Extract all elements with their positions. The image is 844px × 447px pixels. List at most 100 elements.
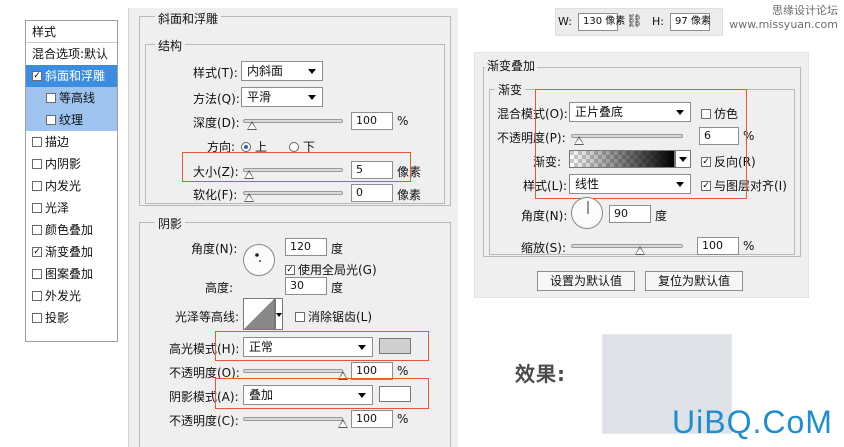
depth-slider-thumb[interactable] [247,121,257,130]
highlight-opacity-slider[interactable] [243,369,343,373]
shadow-opacity-input[interactable]: 100 [351,410,393,428]
style-item-inner-glow[interactable]: 内发光 [26,175,117,197]
style-item-label: 内阴影 [45,157,82,171]
shadow-opacity-unit: % [397,412,409,426]
gloss-contour-label: 光泽等高线: [175,310,240,324]
style-item-drop-shadow[interactable]: 投影 [26,307,117,329]
altitude-label: 高度: [205,281,234,295]
angle-dial[interactable] [243,244,275,276]
styles-header[interactable]: 样式 [26,21,117,43]
reset-default-button[interactable]: 复位为默认值 [645,271,743,291]
link-icon[interactable]: ⛓ [626,14,643,29]
style-item-gradient-overlay[interactable]: ✓ 渐变叠加 [26,241,117,263]
checkbox-icon[interactable] [32,158,42,169]
gradient-angle-label: 角度(N): [521,209,568,223]
checkbox-icon[interactable] [295,311,305,322]
style-item-color-overlay[interactable]: 颜色叠加 [26,219,117,241]
style-item-label: 渐变叠加 [45,245,94,259]
depth-slider[interactable] [243,119,343,123]
checkbox-icon[interactable] [32,312,42,323]
checkbox-icon[interactable] [32,180,42,191]
global-light-checkbox[interactable]: ✓ 使用全局光(G) [285,261,377,278]
style-item-texture[interactable]: 纹理 [26,109,117,131]
gradient-angle-dial[interactable] [571,197,603,229]
soften-slider[interactable] [243,191,343,195]
gradient-overlay-title: 渐变叠加 [485,57,538,74]
scale-slider[interactable] [571,244,683,248]
technique-label: 方法(Q): [193,92,240,106]
radio-icon[interactable] [289,141,299,152]
radio-selected-icon[interactable] [241,141,251,152]
soften-unit: 像素 [397,188,422,202]
depth-unit: % [397,114,409,128]
chevron-down-icon [308,95,316,100]
shadow-opacity-slider[interactable] [243,417,343,421]
checkbox-icon[interactable] [32,202,42,213]
style-item-pattern-overlay[interactable]: 图案叠加 [26,263,117,285]
scale-thumb[interactable] [635,246,645,255]
depth-input[interactable]: 100 [351,112,393,130]
site-watermark-line2: www.missyuan.com [729,18,838,31]
shadow-opacity-thumb[interactable] [338,419,348,428]
technique-value: 平滑 [247,90,272,104]
make-default-button[interactable]: 设置为默认值 [537,271,635,291]
gloss-contour-preview[interactable] [243,298,275,330]
depth-label: 深度(D): [193,116,240,130]
style-item-contour[interactable]: 等高线 [26,87,117,109]
scale-input[interactable]: 100 [697,237,739,255]
anti-alias-checkbox[interactable]: 消除锯齿(L) [295,308,372,325]
bevel-style-dropdown[interactable]: 内斜面 [241,61,323,81]
gradient-angle-input[interactable]: 90 [609,205,651,223]
style-item-label: 等高线 [59,91,96,105]
highlight-mode-box [215,331,429,361]
checkbox-icon[interactable] [46,92,56,103]
shadow-opacity-label: 不透明度(C): [169,414,239,428]
style-item-inner-shadow[interactable]: 内阴影 [26,153,117,175]
gradient-subtitle: 渐变 [495,81,526,98]
bevel-title: 斜面和浮雕 [155,10,222,27]
gradient-overlay-panel: 渐变叠加 渐变 混合模式(O): 正片叠底 仿色 不透明度(P): 6 % 渐变… [474,52,809,298]
result-label: 效果: [515,362,566,386]
angle-dial-graphic [587,201,589,214]
style-item-label: 图案叠加 [45,267,94,281]
shading-angle-unit: 度 [331,242,344,256]
structure-title: 结构 [155,37,186,54]
style-item-stroke[interactable]: 描边 [26,131,117,153]
chevron-down-icon [308,69,316,74]
checkbox-icon[interactable] [32,136,42,147]
style-item-label: 斜面和浮雕 [45,69,106,83]
angle-label: 角度(N): [191,242,238,256]
height-input[interactable]: 97 像素 [670,13,711,31]
style-item-label: 颜色叠加 [45,223,94,237]
style-item-blending-options[interactable]: 混合选项:默认 [26,43,117,65]
soften-input[interactable]: 0 [351,184,393,202]
checkbox-checked-icon[interactable]: ✓ [285,264,295,275]
checkbox-icon[interactable] [32,290,42,301]
width-input[interactable]: 130 像素 [578,13,625,31]
width-label: W: [558,15,572,28]
bevel-style-value: 内斜面 [247,64,284,78]
contour-curve-icon [244,299,274,329]
anti-alias-label: 消除锯齿(L) [308,310,373,324]
checkbox-checked-icon[interactable]: ✓ [32,246,42,257]
layer-styles-list: 样式 混合选项:默认 ✓ 斜面和浮雕 等高线 纹理 描边 内阴影 内发光 光泽 颜… [25,20,118,342]
technique-dropdown[interactable]: 平滑 [241,87,323,107]
altitude-input[interactable]: 30 [285,277,327,295]
soften-slider-thumb[interactable] [244,193,254,202]
style-item-outer-glow[interactable]: 外发光 [26,285,117,307]
gloss-contour-dropdown[interactable] [275,298,283,330]
checkbox-icon[interactable] [46,114,56,125]
style-item-bevel-emboss[interactable]: ✓ 斜面和浮雕 [26,65,117,87]
checkbox-icon[interactable] [32,224,42,235]
size-highlight-box [182,152,411,182]
checkbox-checked-icon[interactable]: ✓ [32,70,42,81]
style-item-label: 外发光 [45,289,82,303]
bevel-style-label: 样式(T): [193,66,238,80]
shading-title: 阴影 [155,215,186,232]
checkbox-icon[interactable] [32,268,42,279]
gradient-settings-box [535,89,747,199]
style-item-label: 描边 [45,135,70,149]
style-item-satin[interactable]: 光泽 [26,197,117,219]
shading-angle-input[interactable]: 120 [285,238,327,256]
style-item-label: 投影 [45,311,70,325]
